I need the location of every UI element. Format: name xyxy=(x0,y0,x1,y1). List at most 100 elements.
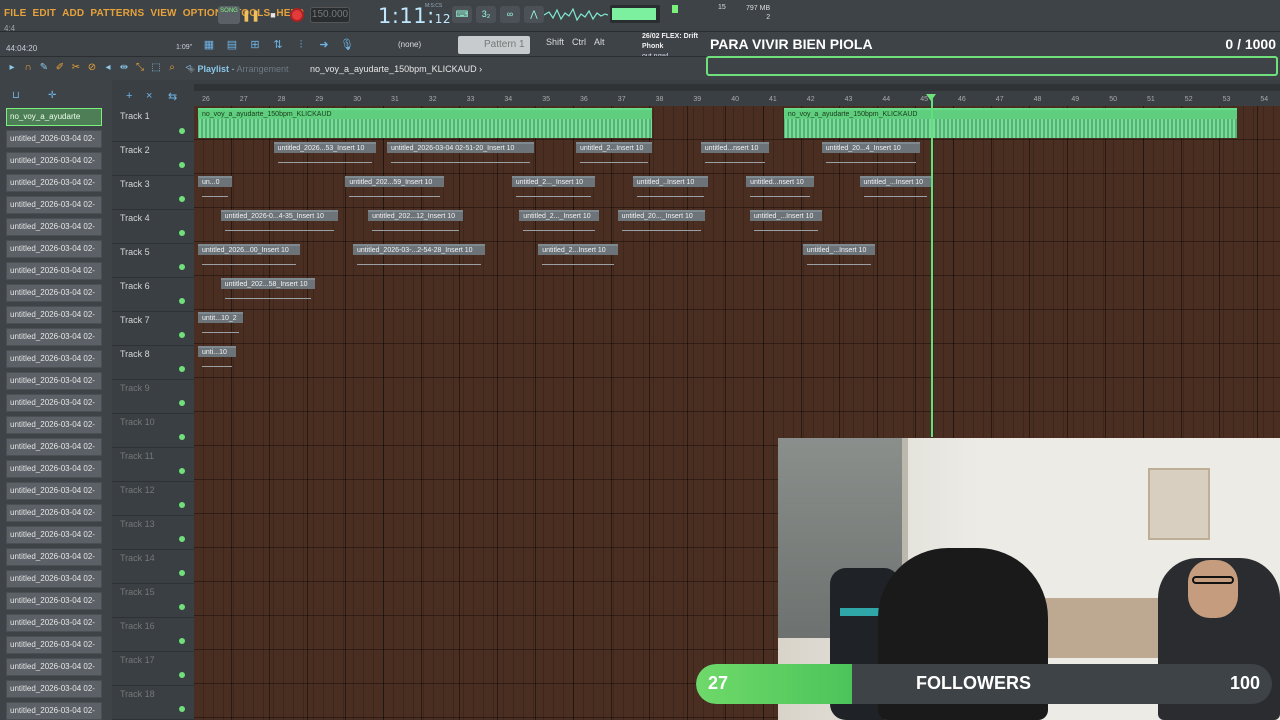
loop-record-icon[interactable]: ∞ xyxy=(500,6,520,23)
track-enable-led[interactable] xyxy=(179,604,185,610)
snap-selector[interactable]: (none) xyxy=(392,37,444,53)
track-header[interactable]: Track 3 xyxy=(112,176,194,210)
clip-source-item[interactable]: untitled_2026-03-04 02- xyxy=(6,702,102,720)
pattern-clip[interactable]: untitled_2026...53_Insert 10 xyxy=(273,142,376,172)
track-header[interactable]: Track 9 xyxy=(112,380,194,414)
clip-source-item[interactable]: untitled_2026-03-04 02- xyxy=(6,570,102,588)
horizontal-scrollbar[interactable] xyxy=(194,84,1280,91)
pattern-clip[interactable]: untitled_2026-03-04 02-51-20_Insert 10 xyxy=(387,142,535,172)
mixer-icon[interactable]: ⇅ xyxy=(269,36,287,54)
pattern-clip[interactable]: untitled_2026-03-...2-54-28_Insert 10 xyxy=(352,244,486,274)
clip-source-item[interactable]: untitled_2026-03-04 02- xyxy=(6,174,102,192)
track-enable-led[interactable] xyxy=(179,400,185,406)
clip-source-item[interactable]: untitled_2026-03-04 02- xyxy=(6,658,102,676)
add-track-icon[interactable]: + xyxy=(126,90,132,102)
menu-file[interactable]: FILE xyxy=(4,8,26,19)
clip-source-item[interactable]: untitled_2026-03-04 02- xyxy=(6,438,102,456)
pattern-clip[interactable]: untitled_2026-0...4-35_Insert 10 xyxy=(220,210,338,240)
track-enable-led[interactable] xyxy=(179,706,185,712)
track-header[interactable]: Track 4 xyxy=(112,210,194,244)
clip-source-item[interactable]: untitled_2026-03-04 02- xyxy=(6,482,102,500)
step-edit-icon[interactable]: ⋀ xyxy=(524,6,544,23)
clip-source-item[interactable]: untitled_2026-03-04 02- xyxy=(6,130,102,148)
track-header[interactable]: Track 7 xyxy=(112,312,194,346)
pattern-clip[interactable]: untitled_2..._Insert 10 xyxy=(511,176,595,206)
menu-patterns[interactable]: PATTERNS xyxy=(90,8,144,19)
pattern-clip[interactable]: unti...10 xyxy=(198,346,236,376)
clip-source-item[interactable]: untitled_2026-03-04 02- xyxy=(6,460,102,478)
track-header[interactable]: Track 5 xyxy=(112,244,194,278)
slice-icon[interactable]: ⇹ xyxy=(118,61,130,75)
browser-icon[interactable]: ⫶ xyxy=(292,36,310,54)
audio-clip[interactable]: no_voy_a_ayudarte_150bpm_KLICKAUD xyxy=(783,108,1238,138)
track-header[interactable]: Track 8 xyxy=(112,346,194,380)
key-alt[interactable]: Alt xyxy=(594,37,605,47)
clip-source-item[interactable]: untitled_2026-03-04 02- xyxy=(6,680,102,698)
track-header[interactable]: Track 17 xyxy=(112,652,194,686)
menu-edit[interactable]: EDIT xyxy=(32,8,56,19)
track-enable-led[interactable] xyxy=(179,230,185,236)
track-header[interactable]: Track 2 xyxy=(112,142,194,176)
add-clip-icon[interactable]: ✛ xyxy=(48,90,56,101)
track-enable-led[interactable] xyxy=(179,536,185,542)
record-button[interactable] xyxy=(288,6,306,24)
collapse-icon[interactable]: ◈ xyxy=(188,64,195,74)
pattern-clip[interactable]: untitled...nsert 10 xyxy=(746,176,815,206)
plugin-picker-icon[interactable]: ➜ xyxy=(315,36,333,54)
zoom-icon[interactable]: ⬚ xyxy=(150,61,162,75)
pattern-clip[interactable]: untitled_...Insert 10 xyxy=(749,210,822,240)
scroll-icon[interactable]: ⇆ xyxy=(168,90,177,103)
track-enable-led[interactable] xyxy=(179,638,185,644)
piano-roll-icon[interactable]: ▤ xyxy=(223,36,241,54)
panel-menu-icon[interactable]: ⊔ xyxy=(12,90,20,101)
song-mode-button[interactable]: SONG xyxy=(218,6,240,24)
clip-source-item[interactable]: untitled_2026-03-04 02- xyxy=(6,394,102,412)
track-enable-led[interactable] xyxy=(179,502,185,508)
track-enable-led[interactable] xyxy=(179,264,185,270)
track-enable-led[interactable] xyxy=(179,672,185,678)
pattern-clip[interactable]: untit...10_2 xyxy=(198,312,244,342)
slip-icon[interactable]: ◂ xyxy=(102,61,114,75)
clip-source-item[interactable]: untitled_2026-03-04 02- xyxy=(6,592,102,610)
track-enable-led[interactable] xyxy=(179,196,185,202)
paint-icon[interactable]: ✐ xyxy=(54,61,66,75)
track-enable-led[interactable] xyxy=(179,434,185,440)
audio-clip[interactable]: no_voy_a_ayudarte_150bpm_KLICKAUD xyxy=(198,108,652,138)
clip-source-item[interactable]: untitled_2026-03-04 02- xyxy=(6,614,102,632)
select-icon[interactable]: ⤡ xyxy=(134,61,146,75)
menu-add[interactable]: ADD xyxy=(62,8,84,19)
track-header[interactable]: Track 18 xyxy=(112,686,194,720)
pattern-clip[interactable]: untitled_202...59_Insert 10 xyxy=(345,176,444,206)
pattern-selector[interactable]: Pattern 1 xyxy=(458,36,530,54)
track-header[interactable]: Track 15 xyxy=(112,584,194,618)
search-icon[interactable]: ⌕ xyxy=(166,61,178,75)
arrangement-label[interactable]: Arrangement xyxy=(236,64,288,74)
pattern-clip[interactable]: untitled_20..._Insert 10 xyxy=(617,210,705,240)
microphone-icon[interactable]: 🎙 xyxy=(338,36,356,54)
countdown-icon[interactable]: 3₂ xyxy=(476,6,496,23)
track-header[interactable]: Track 16 xyxy=(112,618,194,652)
track-enable-led[interactable] xyxy=(179,570,185,576)
arrow-right-icon[interactable]: ▸ xyxy=(6,61,18,75)
pattern-clip[interactable]: untitled_2026...00_Insert 10 xyxy=(198,244,301,274)
pattern-clip[interactable]: untitled_202...58_Insert 10 xyxy=(220,278,316,308)
track-header[interactable]: Track 14 xyxy=(112,550,194,584)
clip-source-item[interactable]: untitled_2026-03-04 02- xyxy=(6,548,102,566)
magnet-icon[interactable]: ∩ xyxy=(22,61,34,75)
typing-keyboard-icon[interactable]: ⌨ xyxy=(452,6,472,23)
key-shift[interactable]: Shift xyxy=(546,37,564,47)
pattern-clip[interactable]: untitled_2...Insert 10 xyxy=(576,142,652,172)
track-enable-led[interactable] xyxy=(179,128,185,134)
close-icon[interactable]: × xyxy=(146,90,152,102)
clip-source-item[interactable]: untitled_2026-03-04 02- xyxy=(6,504,102,522)
track-header[interactable]: Track 1 xyxy=(112,108,194,142)
clip-source-item[interactable]: untitled_2026-03-04 02- xyxy=(6,240,102,258)
pattern-clip[interactable]: un...0 xyxy=(198,176,233,206)
pattern-clip[interactable]: untitled...nsert 10 xyxy=(700,142,769,172)
clip-source-item[interactable]: untitled_2026-03-04 02- xyxy=(6,306,102,324)
pattern-clip[interactable]: untitled_...Insert 10 xyxy=(859,176,932,206)
clip-source-item[interactable]: untitled_2026-03-04 02- xyxy=(6,350,102,368)
timeline-ruler[interactable]: 26 27 28 29 30 31 32 33 34 35 36 37 38 39 40 41 42 43 44 45… xyxy=(194,80,1280,106)
track-header[interactable]: Track 6 xyxy=(112,278,194,312)
track-enable-led[interactable] xyxy=(179,468,185,474)
